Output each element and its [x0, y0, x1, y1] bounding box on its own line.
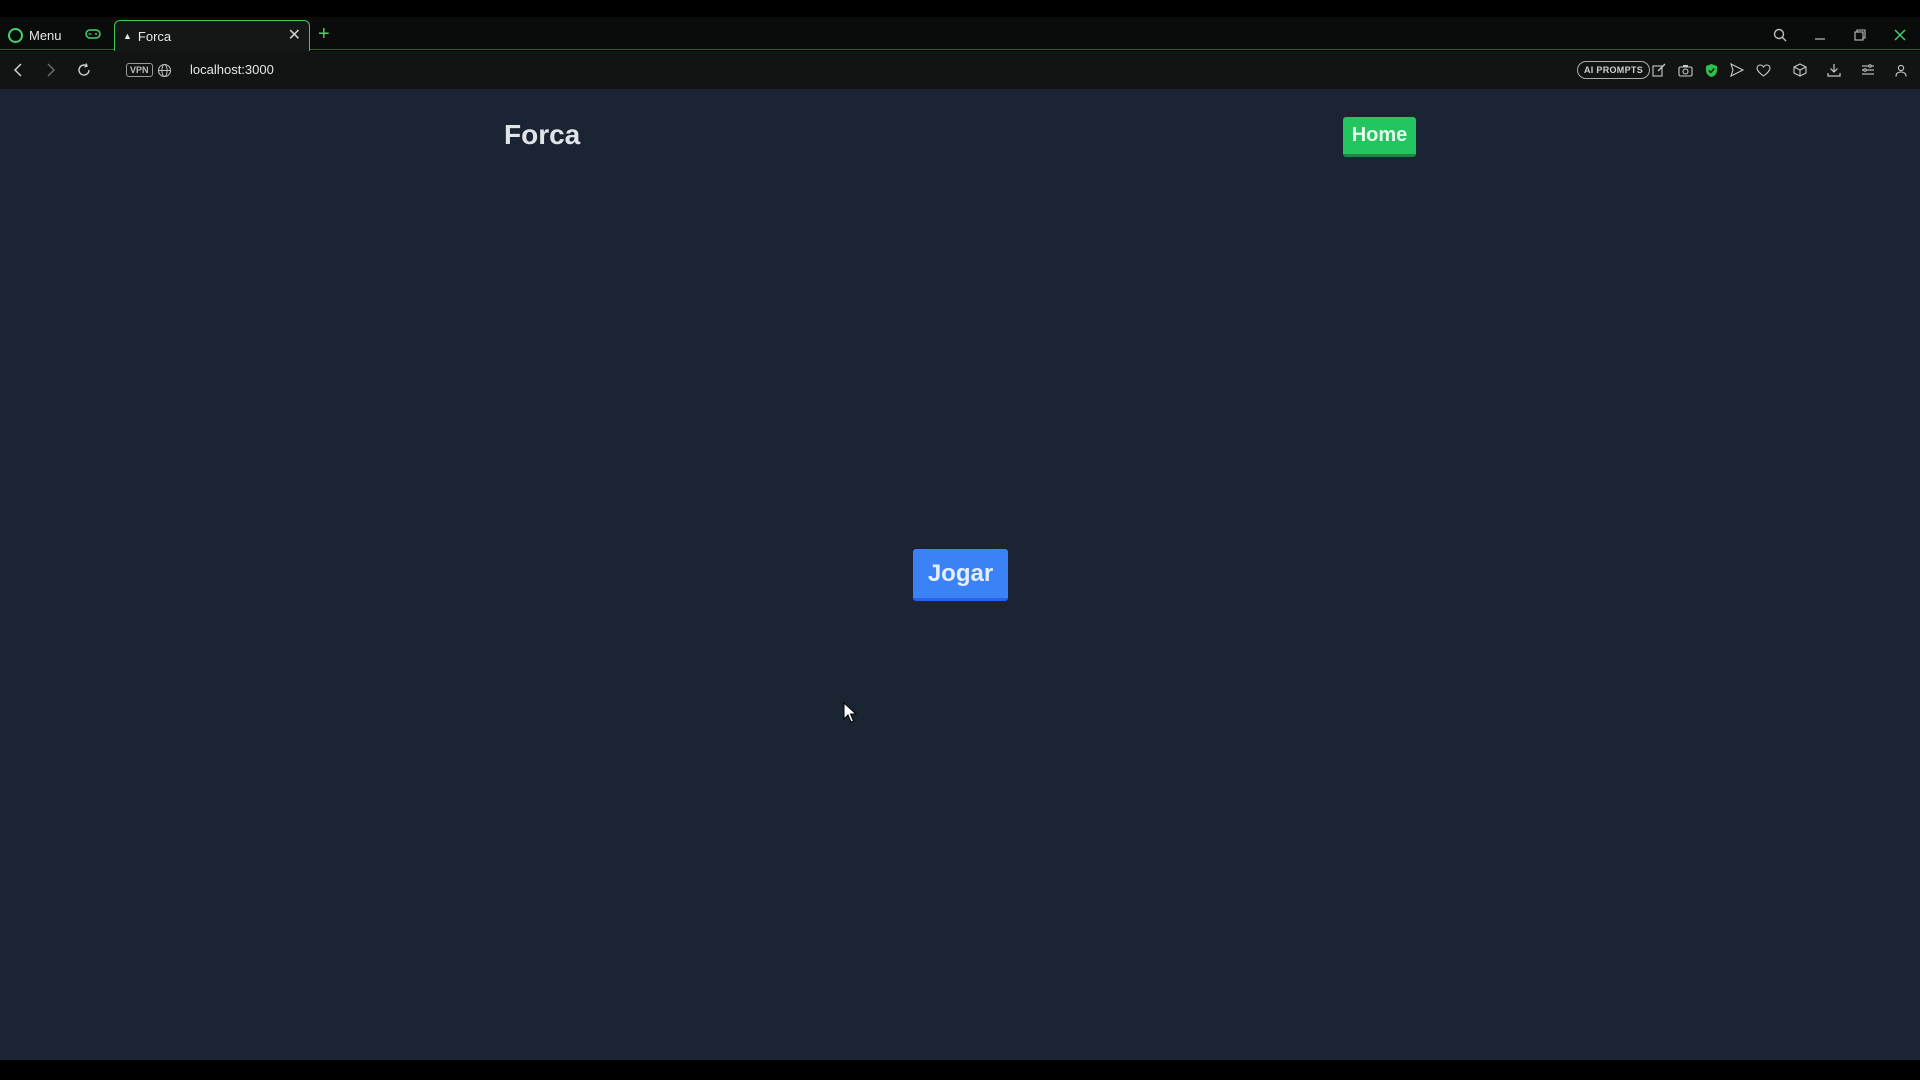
forward-icon[interactable] [41, 60, 61, 80]
favicon-icon: ▲ [123, 31, 132, 41]
heart-icon[interactable] [1754, 61, 1772, 79]
menu-label: Menu [29, 27, 62, 43]
url-text[interactable]: localhost:3000 [190, 62, 274, 77]
mouse-cursor-icon [843, 702, 857, 723]
tab-bar: Menu ▲ Forca ✕ + [0, 17, 1920, 51]
shield-icon[interactable] [1702, 61, 1720, 79]
address-bar: VPN localhost:3000 AI PROMPTS [0, 51, 1920, 89]
page-title: Forca [504, 119, 581, 150]
bottom-edge [0, 1060, 1920, 1080]
send-icon[interactable] [1728, 61, 1746, 79]
back-icon[interactable] [8, 60, 28, 80]
opera-logo-icon [8, 27, 23, 43]
close-tab-icon[interactable]: ✕ [288, 28, 301, 44]
restore-icon[interactable] [1848, 25, 1872, 45]
reload-icon[interactable] [74, 60, 94, 80]
gamepad-icon[interactable] [84, 27, 102, 41]
menu-button[interactable]: Menu [8, 25, 62, 45]
profile-icon[interactable] [1892, 61, 1910, 79]
home-button[interactable]: Home [1343, 117, 1416, 157]
easy-setup-icon[interactable] [1859, 61, 1877, 79]
edit-icon[interactable] [1650, 61, 1668, 79]
vpn-badge[interactable]: VPN [126, 63, 153, 77]
camera-icon[interactable] [1676, 61, 1694, 79]
play-button[interactable]: Jogar [913, 549, 1008, 601]
ai-prompts-button[interactable]: AI PROMPTS [1577, 61, 1651, 79]
new-tab-button[interactable]: + [318, 24, 330, 44]
tab-title: Forca [137, 28, 172, 44]
tab-forca[interactable]: ▲ Forca ✕ [114, 20, 310, 51]
minimize-icon[interactable] [1808, 25, 1832, 45]
page-viewport: Forca Home Jogar [0, 89, 1920, 1060]
download-icon[interactable] [1825, 61, 1843, 79]
close-window-icon[interactable] [1888, 25, 1912, 45]
search-icon[interactable] [1768, 25, 1792, 45]
globe-icon[interactable] [157, 63, 172, 78]
extensions-cube-icon[interactable] [1791, 61, 1809, 79]
browser-window: Menu ▲ Forca ✕ + VPN localhost:3000 AI P… [0, 0, 1920, 1080]
